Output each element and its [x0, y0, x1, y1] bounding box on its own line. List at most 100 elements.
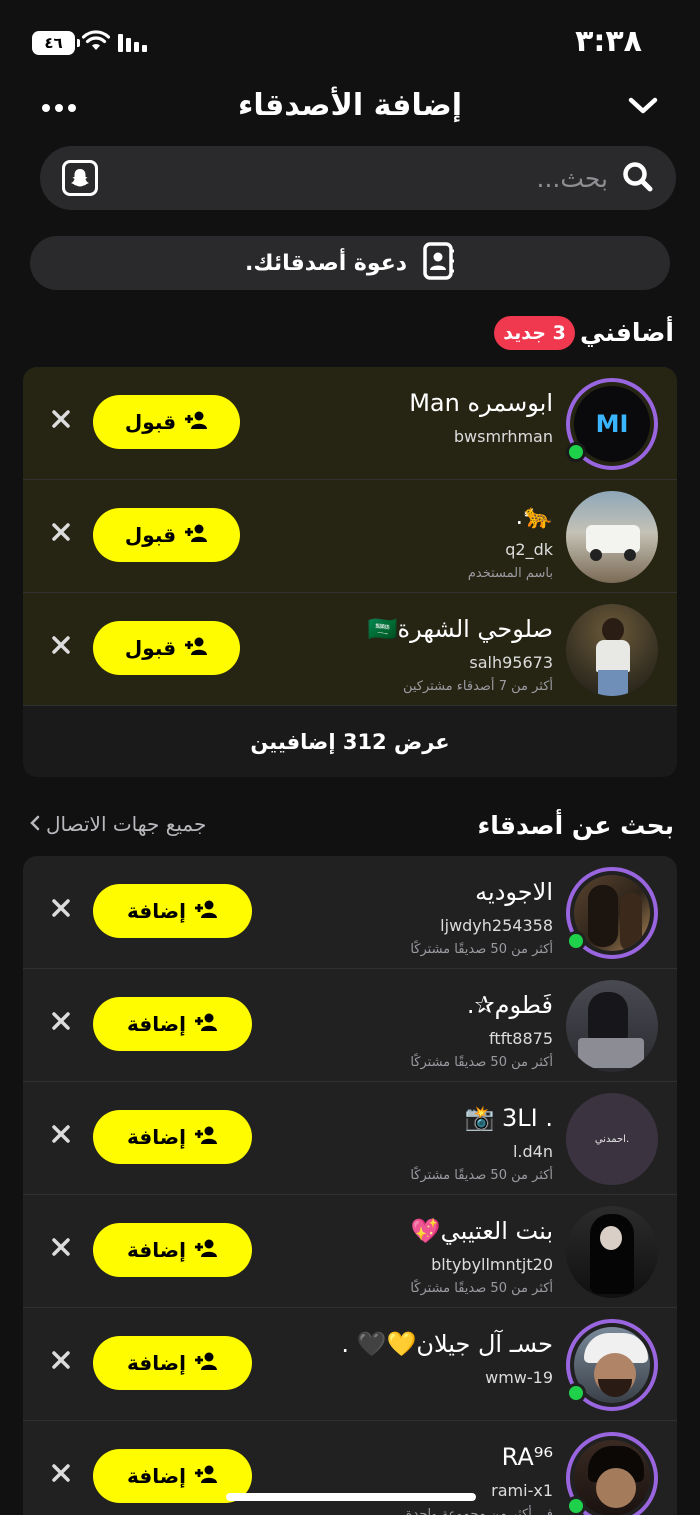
add-button[interactable]: إضافة — [93, 997, 252, 1051]
list-item[interactable]: فَطوم✰. ftft8875 أكثر من 50 صديقًا مشترك… — [23, 969, 677, 1082]
username: ljwdyh254358 — [440, 916, 553, 935]
add-button[interactable]: إضافة — [93, 1110, 252, 1164]
username: q2_dk — [505, 540, 553, 559]
mutual-info: أكثر من 50 صديقًا مشتركًا — [410, 1281, 553, 1296]
invite-label: دعوة أصدقائك. — [244, 250, 408, 276]
close-icon[interactable] — [51, 409, 71, 429]
list-item[interactable]: 🐆. q2_dk باسم المستخدم قبول — [23, 480, 677, 593]
add-friends-screen: ٣:٣٨ ٤٦ إضافة الأصدقاء دعوة أصدقائك. أضا… — [0, 0, 700, 1515]
add-button[interactable]: إضافة — [93, 884, 252, 938]
avatar-initials: MI — [595, 410, 629, 438]
display-name: ابوسمره Man — [409, 389, 553, 417]
avatar[interactable] — [566, 604, 658, 696]
avatar[interactable] — [566, 1432, 658, 1515]
avatar[interactable] — [566, 1319, 658, 1411]
add-friend-icon — [184, 410, 208, 435]
accept-label: قبول — [124, 410, 177, 434]
new-count-badge: 3 جديد — [494, 316, 575, 350]
avatar[interactable] — [566, 1206, 658, 1298]
page-title: إضافة الأصدقاء — [237, 88, 462, 123]
close-icon[interactable] — [51, 635, 71, 655]
accept-button[interactable]: قبول — [93, 395, 240, 449]
close-icon[interactable] — [51, 1124, 71, 1144]
add-friend-icon — [194, 1351, 218, 1376]
username: l.d4n — [512, 1142, 553, 1161]
online-indicator — [566, 442, 586, 462]
snapcode-ghost-icon[interactable] — [62, 160, 98, 196]
username: wmw-19 — [485, 1368, 553, 1387]
close-icon[interactable] — [51, 1237, 71, 1257]
add-label: إضافة — [127, 1012, 186, 1036]
username: bwsmrhman — [453, 427, 553, 446]
username: salh95673 — [469, 653, 553, 672]
accept-label: قبول — [124, 523, 177, 547]
add-friend-icon — [184, 523, 208, 548]
avatar-text: احمدني. — [594, 1133, 630, 1145]
online-indicator — [566, 931, 586, 951]
avatar[interactable] — [566, 491, 658, 583]
chevron-left-icon — [30, 812, 40, 836]
online-indicator — [566, 1496, 586, 1515]
invite-friends-button[interactable]: دعوة أصدقائك. — [30, 236, 670, 290]
find-friends-title: بحث عن أصدقاء — [477, 811, 674, 840]
mutual-info: أكثر من 50 صديقًا مشتركًا — [410, 942, 553, 957]
added-me-title: أضافني — [580, 318, 674, 347]
add-friend-icon — [194, 1238, 218, 1263]
quick-add-list: الاجوديه ljwdyh254358 أكثر من 50 صديقًا … — [23, 856, 677, 1515]
username: ftft8875 — [489, 1029, 553, 1048]
add-friend-icon — [194, 1464, 218, 1489]
add-label: إضافة — [127, 1351, 186, 1375]
search-input[interactable] — [138, 158, 608, 198]
display-name: 🐆. — [515, 502, 553, 530]
more-options-icon[interactable] — [42, 104, 76, 112]
close-icon[interactable] — [51, 1463, 71, 1483]
display-name: حسـ آل جيلان💛🖤 . — [341, 1330, 553, 1358]
list-item[interactable]: صلوحي الشهرة🇸🇦 salh95673 أكثر من 7 أصدقا… — [23, 593, 677, 706]
add-friend-icon — [194, 1012, 218, 1037]
display-name: صلوحي الشهرة🇸🇦 — [367, 615, 553, 643]
contacts-book-icon — [421, 242, 455, 284]
list-item[interactable]: بنت العتيبي💖 bltybyllmntjt20 أكثر من 50 … — [23, 1195, 677, 1308]
avatar[interactable] — [566, 980, 658, 1072]
close-icon[interactable] — [51, 1350, 71, 1370]
online-indicator — [566, 1383, 586, 1403]
wifi-icon — [81, 30, 111, 56]
avatar[interactable]: احمدني. — [566, 1093, 658, 1185]
display-name: الاجوديه — [475, 878, 553, 906]
close-icon[interactable] — [51, 522, 71, 542]
add-friend-icon — [194, 899, 218, 924]
username: bltybyllmntjt20 — [431, 1255, 553, 1274]
search-bar[interactable] — [40, 146, 676, 210]
search-icon — [622, 161, 654, 197]
battery-icon: ٤٦ — [32, 31, 80, 55]
add-button[interactable]: إضافة — [93, 1336, 252, 1390]
view-more-button[interactable]: عرض 312 إضافيين — [23, 706, 677, 777]
close-icon[interactable] — [51, 1011, 71, 1031]
accept-button[interactable]: قبول — [93, 508, 240, 562]
mutual-info: أكثر من 50 صديقًا مشتركًا — [410, 1055, 553, 1070]
add-friend-icon — [194, 1125, 218, 1150]
avatar[interactable]: MI — [566, 378, 658, 470]
display-name: بنت العتيبي💖 — [410, 1217, 553, 1245]
status-time: ٣:٣٨ — [575, 24, 642, 59]
avatar[interactable] — [566, 867, 658, 959]
accept-button[interactable]: قبول — [93, 621, 240, 675]
home-indicator[interactable] — [226, 1493, 476, 1501]
username: rami-x1 — [491, 1481, 553, 1500]
add-label: إضافة — [127, 1464, 186, 1488]
list-item[interactable]: MI ابوسمره Man bwsmrhman قبول — [23, 367, 677, 480]
list-item[interactable]: احمدني. . 3LI 📸 l.d4n أكثر من 50 صديقًا … — [23, 1082, 677, 1195]
accept-label: قبول — [124, 636, 177, 660]
mutual-info: أكثر من 7 أصدقاء مشتركين — [402, 679, 553, 694]
display-name: . 3LI 📸 — [464, 1104, 554, 1132]
cellular-signal-icon — [118, 32, 147, 52]
display-name: RA⁹⁶ — [501, 1443, 553, 1471]
list-item[interactable]: حسـ آل جيلان💛🖤 . wmw-19 إضافة — [23, 1308, 677, 1421]
list-item[interactable]: الاجوديه ljwdyh254358 أكثر من 50 صديقًا … — [23, 856, 677, 969]
all-contacts-link[interactable]: جميع جهات الاتصال — [30, 812, 206, 836]
add-label: إضافة — [127, 1238, 186, 1262]
close-icon[interactable] — [51, 898, 71, 918]
add-label: إضافة — [127, 899, 186, 923]
mutual-info: باسم المستخدم — [467, 566, 553, 581]
add-button[interactable]: إضافة — [93, 1223, 252, 1277]
